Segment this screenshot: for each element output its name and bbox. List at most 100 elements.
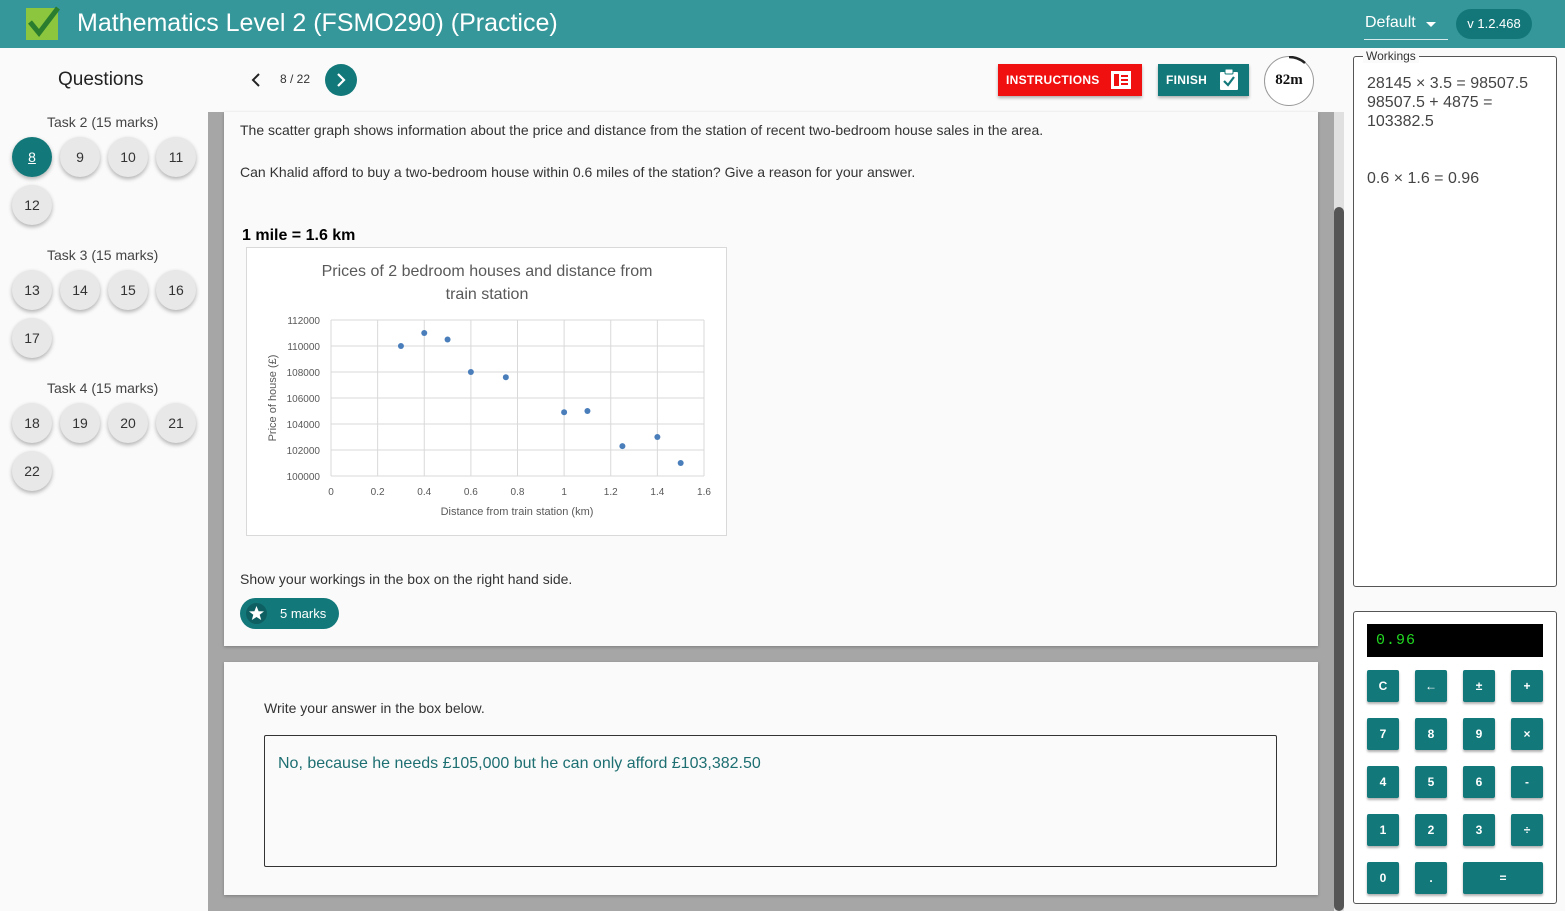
question-button-14[interactable]: 14 bbox=[60, 270, 100, 310]
question-button-12[interactable]: 12 bbox=[12, 185, 52, 225]
chart-grid bbox=[330, 319, 705, 477]
calc-key-4[interactable]: 4 bbox=[1367, 766, 1399, 798]
x-tick-label: 1.6 bbox=[697, 487, 711, 498]
scatter-chart: Prices of 2 bedroom houses and distance … bbox=[246, 247, 727, 536]
finish-button[interactable]: FINISH bbox=[1158, 64, 1249, 96]
calc-key-backspace[interactable]: ← bbox=[1415, 670, 1447, 702]
workings-textarea[interactable] bbox=[1353, 56, 1557, 587]
question-button-19[interactable]: 19 bbox=[60, 403, 100, 443]
question-button-11[interactable]: 11 bbox=[156, 137, 196, 177]
question-button-15[interactable]: 15 bbox=[108, 270, 148, 310]
chevron-right-icon bbox=[337, 73, 346, 87]
y-tick-label: 104000 bbox=[287, 420, 321, 431]
workings-instruction: Show your workings in the box on the rig… bbox=[240, 571, 573, 587]
y-tick-label: 102000 bbox=[287, 446, 321, 457]
question-button-10[interactable]: 10 bbox=[108, 137, 148, 177]
theme-select[interactable]: Default bbox=[1364, 12, 1448, 40]
scatter-point bbox=[421, 330, 428, 336]
workings-line: 103382.5 bbox=[1367, 113, 1434, 130]
star-icon bbox=[246, 603, 267, 624]
questions-title: Questions bbox=[58, 69, 144, 90]
version-badge: v 1.2.468 bbox=[1456, 9, 1532, 39]
timer-value: 82m bbox=[1275, 72, 1303, 88]
question-intro: The scatter graph shows information abou… bbox=[240, 122, 1044, 138]
question-button-17[interactable]: 17 bbox=[12, 318, 52, 358]
question-button-20[interactable]: 20 bbox=[108, 403, 148, 443]
y-tick-label: 112000 bbox=[287, 316, 320, 327]
calc-key-7[interactable]: 7 bbox=[1367, 718, 1399, 750]
calc-key-multiply[interactable]: × bbox=[1511, 718, 1543, 750]
question-button-22[interactable]: 22 bbox=[12, 451, 52, 491]
clipboard-check-icon bbox=[1220, 69, 1238, 90]
task-label: Task 4 (15 marks) bbox=[47, 380, 159, 396]
calc-key-clear[interactable]: C bbox=[1367, 670, 1399, 702]
question-button-9[interactable]: 9 bbox=[60, 137, 100, 177]
content-scrollbar-thumb[interactable] bbox=[1334, 207, 1344, 911]
x-tick-label: 0.6 bbox=[464, 487, 478, 498]
chart-title-line-1: Prices of 2 bedroom houses and distance … bbox=[322, 263, 653, 280]
calc-key-3[interactable]: 3 bbox=[1463, 814, 1495, 846]
conversion-note: 1 mile = 1.6 km bbox=[242, 227, 356, 244]
workings-line: 0.6 × 1.6 = 0.96 bbox=[1367, 170, 1480, 187]
calc-key-9[interactable]: 9 bbox=[1463, 718, 1495, 750]
question-button-16[interactable]: 16 bbox=[156, 270, 196, 310]
question-button-21[interactable]: 21 bbox=[156, 403, 196, 443]
answer-instruction: Write your answer in the box below. bbox=[264, 700, 485, 716]
scatter-point bbox=[502, 374, 509, 381]
question-button-8[interactable]: 8 bbox=[12, 137, 52, 177]
calc-key-decimal[interactable]: . bbox=[1415, 862, 1447, 894]
caret-down-icon bbox=[1426, 22, 1436, 27]
calc-key-1[interactable]: 1 bbox=[1367, 814, 1399, 846]
y-tick-label: 100000 bbox=[287, 472, 321, 483]
question-button-13[interactable]: 13 bbox=[12, 270, 52, 310]
calc-key-plus[interactable]: + bbox=[1511, 670, 1543, 702]
x-tick-label: 0.8 bbox=[511, 487, 525, 498]
calc-key-sign[interactable]: ± bbox=[1463, 670, 1495, 702]
previous-question-button[interactable] bbox=[246, 70, 266, 90]
theme-select-value: Default bbox=[1365, 14, 1416, 31]
marks-label: 5 marks bbox=[280, 606, 327, 621]
checkmark-logo-icon bbox=[26, 6, 60, 40]
question-button-18[interactable]: 18 bbox=[12, 403, 52, 443]
x-axis-ticks: 0 0.2 0.4 0.6 0.8 1 1.2 1.4 1.6 bbox=[328, 487, 711, 498]
x-tick-label: 1.4 bbox=[650, 487, 664, 498]
scatter-chart-svg: Prices of 2 bedroom houses and distance … bbox=[267, 263, 711, 518]
instructions-button[interactable]: INSTRUCTIONS bbox=[998, 64, 1142, 96]
calc-key-6[interactable]: 6 bbox=[1463, 766, 1495, 798]
workings-legend: Workings bbox=[1363, 49, 1419, 63]
next-question-button[interactable] bbox=[325, 64, 357, 96]
task-label: Task 3 (15 marks) bbox=[47, 247, 159, 263]
scatter-point bbox=[654, 434, 661, 440]
calc-key-5[interactable]: 5 bbox=[1415, 766, 1447, 798]
answer-text: No, because he needs £105,000 but he can… bbox=[278, 755, 761, 772]
calc-key-minus[interactable]: - bbox=[1511, 766, 1543, 798]
calc-key-2[interactable]: 2 bbox=[1415, 814, 1447, 846]
scatter-point bbox=[619, 443, 626, 450]
app-title: Mathematics Level 2 (FSMO290) (Practice) bbox=[77, 9, 558, 37]
top-bar: Mathematics Level 2 (FSMO290) (Practice)… bbox=[0, 0, 1565, 48]
calc-key-equals[interactable]: = bbox=[1463, 862, 1543, 894]
chevron-left-icon bbox=[251, 73, 260, 87]
x-tick-label: 0.4 bbox=[417, 487, 431, 498]
task-label: Task 2 (15 marks) bbox=[47, 114, 159, 130]
calc-key-divide[interactable]: ÷ bbox=[1511, 814, 1543, 846]
workings-line: 98507.5 + 4875 = bbox=[1367, 94, 1493, 111]
calculator-display: 0.96 bbox=[1367, 624, 1543, 657]
answer-textarea[interactable]: No, because he needs £105,000 but he can… bbox=[264, 735, 1277, 867]
x-tick-label: 1.2 bbox=[604, 487, 618, 498]
y-tick-label: 106000 bbox=[287, 394, 321, 405]
y-axis-label: Price of house (£) bbox=[267, 355, 279, 442]
question-prompt: Can Khalid afford to buy a two-bedroom h… bbox=[240, 164, 916, 180]
timer: 82m bbox=[1264, 56, 1314, 106]
chart-title-line-2: train station bbox=[446, 286, 529, 303]
workings-line: 28145 × 3.5 = 98507.5 bbox=[1367, 75, 1529, 92]
calc-key-8[interactable]: 8 bbox=[1415, 718, 1447, 750]
y-tick-label: 108000 bbox=[287, 368, 321, 379]
x-tick-label: 0.2 bbox=[371, 487, 385, 498]
question-counter: 8 / 22 bbox=[280, 72, 311, 86]
y-axis-ticks: 100000 102000 104000 106000 108000 110000 1120… bbox=[287, 316, 321, 483]
calc-key-0[interactable]: 0 bbox=[1367, 862, 1399, 894]
scatter-point bbox=[561, 409, 568, 416]
finish-label: FINISH bbox=[1166, 73, 1208, 87]
scatter-point bbox=[467, 369, 474, 375]
